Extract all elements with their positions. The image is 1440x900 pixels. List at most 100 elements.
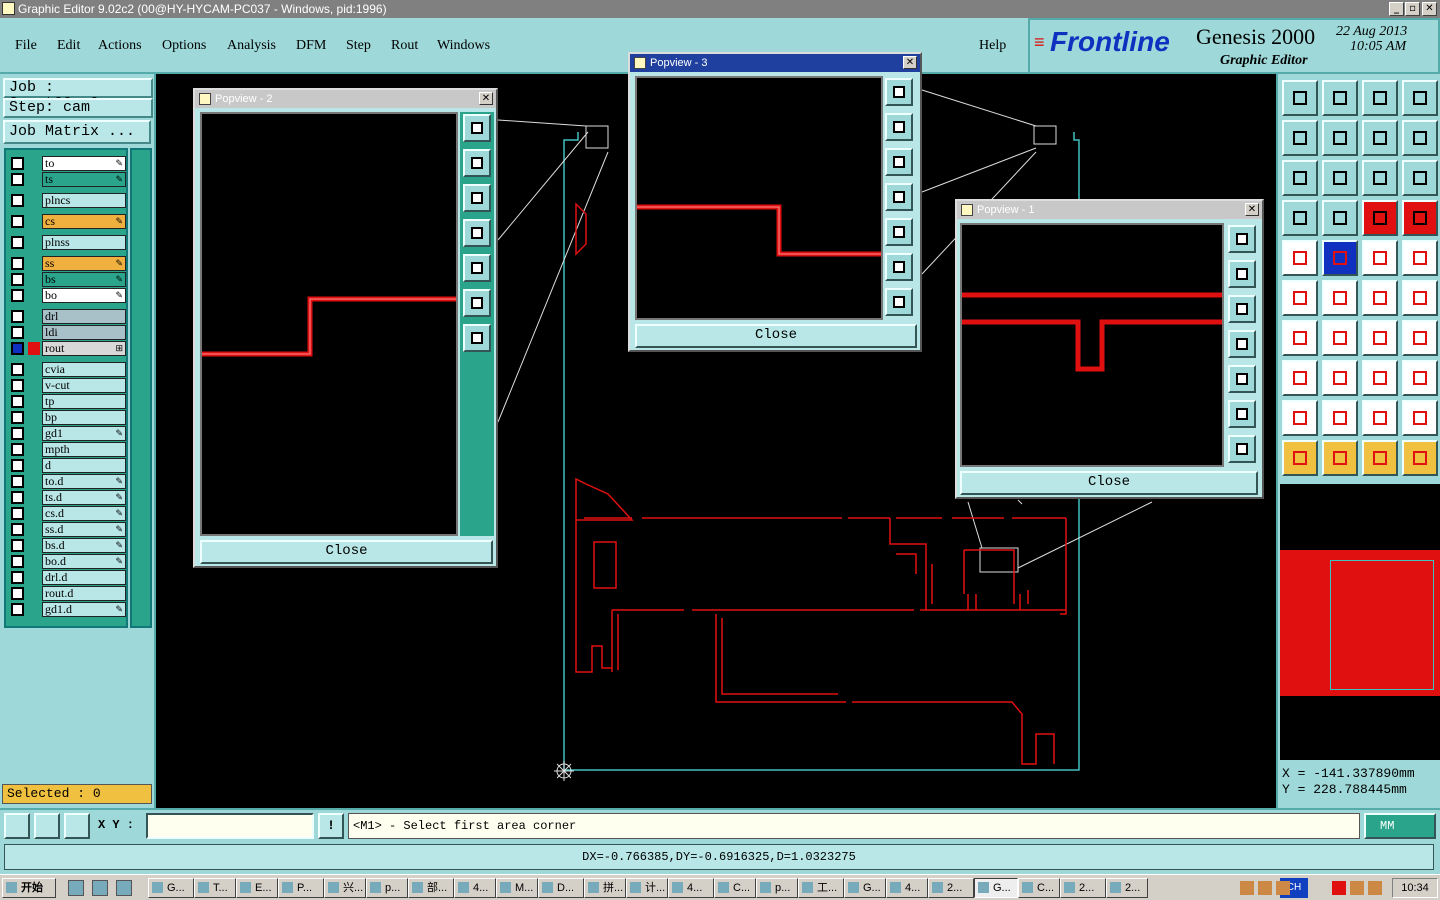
layer-list-scrollbar[interactable] bbox=[130, 148, 152, 628]
taskbar-task[interactable]: 2... bbox=[928, 878, 974, 898]
layer-checkbox[interactable] bbox=[11, 273, 24, 286]
layer-checkbox[interactable] bbox=[11, 289, 24, 302]
units-selector[interactable]: MM bbox=[1364, 813, 1436, 839]
record-icon[interactable] bbox=[1402, 240, 1438, 276]
layer-name[interactable]: v-cut bbox=[42, 378, 126, 393]
zoom-in-icon[interactable] bbox=[885, 253, 913, 281]
job-matrix-button[interactable]: Job Matrix ... bbox=[3, 120, 151, 144]
show-desktop-icon[interactable] bbox=[68, 880, 84, 896]
layer-name[interactable]: ts ✎ bbox=[42, 172, 126, 187]
move-icon[interactable] bbox=[1322, 240, 1358, 276]
layer-row-tp[interactable]: tp bbox=[8, 394, 126, 409]
layer-feature-icon[interactable] bbox=[1362, 200, 1398, 236]
menu-step[interactable]: Step bbox=[346, 38, 371, 54]
menu-dfm[interactable]: DFM bbox=[296, 38, 326, 54]
layer-row-ldi[interactable]: ldi bbox=[8, 325, 126, 340]
layer-checkbox[interactable] bbox=[11, 236, 24, 249]
taskbar-task[interactable]: 计... bbox=[626, 878, 668, 898]
snap-icon[interactable] bbox=[1282, 200, 1318, 236]
pan-left-icon[interactable] bbox=[1228, 330, 1256, 358]
layer-checkbox[interactable] bbox=[11, 363, 24, 376]
layer-checkbox[interactable] bbox=[11, 194, 24, 207]
layer-checkbox[interactable] bbox=[11, 443, 24, 456]
taskbar-task[interactable]: C... bbox=[714, 878, 756, 898]
taskbar-task[interactable]: 4... bbox=[668, 878, 714, 898]
menu-edit[interactable]: Edit bbox=[57, 38, 80, 54]
layer-checkbox[interactable] bbox=[11, 539, 24, 552]
taskbar-task[interactable]: 部... bbox=[408, 878, 454, 898]
path-icon[interactable] bbox=[1402, 440, 1438, 476]
mirror-icon[interactable] bbox=[1362, 120, 1398, 156]
layer-checkbox[interactable] bbox=[11, 173, 24, 186]
layer-row-bs[interactable]: bs ✎ bbox=[8, 272, 126, 287]
layer-name[interactable]: ss ✎ bbox=[42, 256, 126, 271]
popview-2-canvas[interactable] bbox=[200, 112, 458, 536]
layer-feature-alt-icon[interactable] bbox=[1402, 200, 1438, 236]
menu-actions[interactable]: Actions bbox=[98, 38, 142, 54]
layer-name[interactable]: cvia bbox=[42, 362, 126, 377]
home-icon[interactable] bbox=[1362, 80, 1398, 116]
layer-row-cs[interactable]: cs ✎ bbox=[8, 214, 126, 229]
pan-up-icon[interactable] bbox=[463, 149, 491, 177]
popview-1-window[interactable]: Popview - 1 ✕ Close bbox=[955, 199, 1264, 499]
menu-file[interactable]: File bbox=[15, 38, 37, 54]
pad-select-icon[interactable] bbox=[1282, 360, 1318, 396]
layer-row-plncs[interactable]: plncs bbox=[8, 193, 126, 208]
layer-row-ts.d[interactable]: ts.d ✎ bbox=[8, 490, 126, 505]
layer-checkbox[interactable] bbox=[11, 459, 24, 472]
minimize-button[interactable]: _ bbox=[1389, 2, 1404, 16]
popview-1-close-button[interactable]: Close bbox=[960, 471, 1258, 495]
layer-checkbox[interactable] bbox=[11, 491, 24, 504]
menu-rout[interactable]: Rout bbox=[391, 38, 418, 54]
grid-snap-icon[interactable] bbox=[64, 813, 90, 839]
layer-checkbox[interactable] bbox=[11, 257, 24, 270]
pointer-box-icon[interactable] bbox=[1322, 440, 1358, 476]
layer-name[interactable]: bs ✎ bbox=[42, 272, 126, 287]
popview-3-titlebar[interactable]: Popview - 3 ✕ bbox=[630, 54, 920, 72]
taskbar-task[interactable]: T... bbox=[194, 878, 236, 898]
arc-icon[interactable] bbox=[1362, 320, 1398, 356]
popview-1-titlebar[interactable]: Popview - 1 ✕ bbox=[957, 201, 1262, 219]
layer-checkbox[interactable] bbox=[11, 342, 24, 355]
layer-name[interactable]: bo.d ✎ bbox=[42, 554, 126, 569]
pan-right-icon[interactable] bbox=[463, 254, 491, 282]
layer-row-to[interactable]: to ✎ bbox=[8, 156, 126, 171]
layer-name[interactable]: bp bbox=[42, 410, 126, 425]
layer-name[interactable]: cs.d ✎ bbox=[42, 506, 126, 521]
popview-3-close-button[interactable]: Close bbox=[635, 324, 917, 348]
layer-checkbox[interactable] bbox=[11, 411, 24, 424]
add-pad-alt-icon[interactable] bbox=[1402, 280, 1438, 316]
taskbar-task[interactable]: p... bbox=[756, 878, 798, 898]
overview-viewport[interactable] bbox=[1330, 560, 1434, 690]
layer-checkbox[interactable] bbox=[11, 427, 24, 440]
pan-up-icon[interactable] bbox=[1228, 260, 1256, 288]
cross-icon[interactable] bbox=[1322, 280, 1358, 316]
popview-3-x-button[interactable]: ✕ bbox=[903, 56, 917, 69]
layer-row-rout[interactable]: rout ⊞ bbox=[8, 341, 126, 356]
layer-checkbox[interactable] bbox=[11, 157, 24, 170]
triangle-icon[interactable] bbox=[1282, 400, 1318, 436]
popview-3-canvas[interactable] bbox=[635, 76, 883, 320]
menu-help[interactable]: Help bbox=[979, 38, 1006, 54]
zoom-in-icon[interactable] bbox=[463, 289, 491, 317]
layer-row-bs.d[interactable]: bs.d ✎ bbox=[8, 538, 126, 553]
layer-name[interactable]: plnss bbox=[42, 235, 126, 250]
taskbar-task[interactable]: 2... bbox=[1106, 878, 1148, 898]
zoom-profile-icon[interactable] bbox=[1322, 160, 1358, 196]
taskbar-task[interactable]: M... bbox=[496, 878, 538, 898]
layer-row-cvia[interactable]: cvia bbox=[8, 362, 126, 377]
layer-row-ss.d[interactable]: ss.d ✎ bbox=[8, 522, 126, 537]
dimension-icon[interactable] bbox=[1362, 360, 1398, 396]
taskbar-task[interactable]: C... bbox=[1018, 878, 1060, 898]
layer-name[interactable]: gd1 ✎ bbox=[42, 426, 126, 441]
layer-row-bo[interactable]: bo ✎ bbox=[8, 288, 126, 303]
layer-checkbox[interactable] bbox=[11, 603, 24, 616]
taskbar-task[interactable]: p... bbox=[366, 878, 408, 898]
layer-checkbox[interactable] bbox=[11, 507, 24, 520]
redo-icon[interactable] bbox=[1322, 120, 1358, 156]
open-job-icon[interactable] bbox=[1282, 80, 1318, 116]
taskbar-task[interactable]: 2... bbox=[1060, 878, 1106, 898]
line-tool-icon[interactable] bbox=[1322, 200, 1358, 236]
triangle-pin-icon[interactable] bbox=[1402, 400, 1438, 436]
layer-row-plnss[interactable]: plnss bbox=[8, 235, 126, 250]
